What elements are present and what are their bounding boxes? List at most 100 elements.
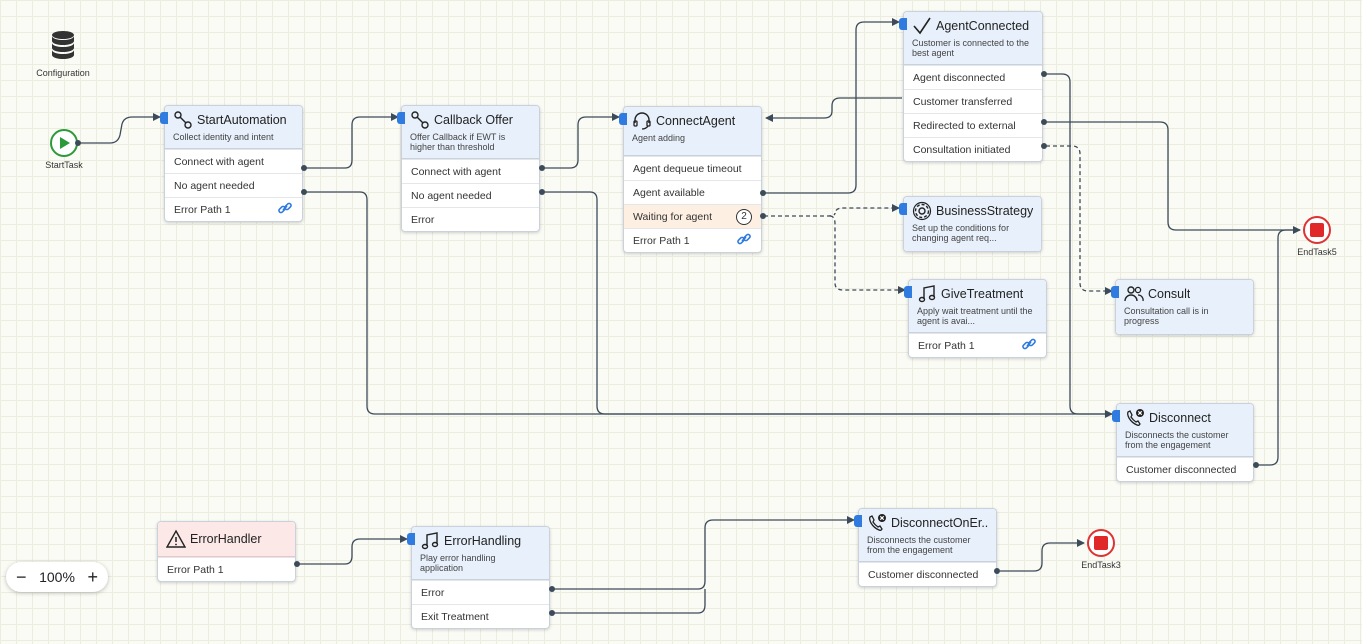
node-description: Offer Callback if EWT is higher than thr… — [410, 132, 506, 152]
exit-path-consultation-initiated[interactable]: Consultation initiated — [904, 137, 1042, 161]
node-title: AgentConnected — [936, 19, 1030, 33]
exit-path-customer-disconnected[interactable]: Customer disconnected — [1117, 457, 1253, 481]
node-description: Collect identity and intent — [173, 132, 274, 142]
node-title: Callback Offer — [434, 113, 513, 127]
checkmark-icon — [912, 16, 932, 36]
node-disconnect-on-error[interactable]: DisconnectOnEr... Disconnects the custom… — [854, 508, 997, 587]
output-port[interactable] — [1253, 462, 1259, 468]
node-title: DisconnectOnEr... — [891, 516, 988, 530]
node-business-strategy[interactable]: BusinessStrategy Set up the conditions f… — [899, 196, 1042, 252]
input-port[interactable] — [899, 18, 907, 30]
node-description: Play error handling application — [420, 553, 496, 573]
input-port[interactable] — [160, 112, 168, 124]
exit-path-no-agent-needed[interactable]: No agent needed — [165, 173, 302, 197]
music-note-icon — [420, 531, 440, 551]
gear-icon — [912, 201, 932, 221]
input-port[interactable] — [397, 112, 405, 124]
node-start-automation[interactable]: StartAutomation Collect identity and int… — [160, 105, 303, 222]
output-port[interactable] — [549, 586, 555, 592]
exit-path-error[interactable]: Error Path 1 — [165, 197, 302, 221]
exit-path-waiting-for-agent[interactable]: Waiting for agent 2 — [624, 204, 761, 228]
node-connect-agent[interactable]: ConnectAgent Agent adding Agent dequeue … — [619, 106, 762, 253]
phone-disconnect-icon — [867, 513, 887, 533]
flow-icon — [410, 110, 430, 130]
end-task-5[interactable]: EndTask5 — [1294, 216, 1340, 257]
output-port[interactable] — [301, 189, 307, 195]
exit-path-customer-transferred[interactable]: Customer transferred — [904, 89, 1042, 113]
exit-path-error[interactable]: Error Path 1 — [158, 557, 295, 581]
node-description: Apply wait treatment until the agent is … — [917, 306, 1033, 326]
node-header: StartAutomation Collect identity and int… — [165, 106, 302, 149]
input-port[interactable] — [899, 203, 907, 215]
input-port[interactable] — [1111, 286, 1119, 298]
database-icon — [50, 30, 76, 65]
output-port[interactable] — [294, 561, 300, 567]
zoom-out-button[interactable]: − — [16, 568, 27, 586]
link-icon[interactable] — [277, 200, 293, 219]
input-port[interactable] — [904, 286, 912, 298]
node-description: Set up the conditions for changing agent… — [912, 223, 1010, 243]
node-description: Disconnects the customer from the engage… — [1125, 430, 1229, 450]
node-description: Customer is connected to the best agent — [912, 38, 1030, 58]
input-port[interactable] — [407, 533, 415, 545]
start-task-port[interactable] — [75, 140, 81, 146]
play-icon — [50, 129, 78, 157]
node-error-handler[interactable]: ErrorHandler Error Path 1 — [157, 521, 296, 582]
exit-path-error[interactable]: Error — [412, 580, 549, 604]
output-port[interactable] — [539, 165, 545, 171]
exit-path-error[interactable]: Error Path 1 — [624, 228, 761, 252]
output-port[interactable] — [539, 189, 545, 195]
node-description: Consultation call is in progress — [1124, 306, 1209, 326]
exit-path-agent-dequeue-timeout[interactable]: Agent dequeue timeout — [624, 156, 761, 180]
zoom-level: 100% — [39, 569, 75, 585]
end-task-3[interactable]: EndTask3 — [1078, 529, 1124, 570]
output-port[interactable] — [994, 568, 1000, 574]
output-port[interactable] — [1041, 143, 1047, 149]
node-agent-connected[interactable]: AgentConnected Customer is connected to … — [899, 11, 1043, 162]
output-port[interactable] — [1041, 119, 1047, 125]
node-disconnect[interactable]: Disconnect Disconnects the customer from… — [1112, 403, 1254, 482]
exit-path-exit-treatment[interactable]: Exit Treatment — [412, 604, 549, 628]
zoom-in-button[interactable]: + — [87, 568, 98, 586]
configuration-label: Configuration — [36, 68, 90, 78]
node-title: StartAutomation — [197, 113, 287, 127]
link-icon[interactable] — [736, 231, 752, 250]
input-port[interactable] — [854, 515, 862, 527]
node-header: ErrorHandling Play error handling applic… — [412, 527, 549, 580]
exit-path-no-agent-needed[interactable]: No agent needed — [402, 183, 539, 207]
input-port[interactable] — [619, 113, 627, 125]
node-title: ErrorHandling — [444, 534, 522, 548]
exit-path-error[interactable]: Error — [402, 207, 539, 231]
start-task[interactable]: StartTask — [38, 129, 90, 170]
stop-icon — [1303, 216, 1331, 244]
node-consult[interactable]: Consult Consultation call is in progress — [1111, 279, 1254, 335]
link-icon[interactable] — [1021, 336, 1037, 355]
node-header: Consult Consultation call is in progress — [1116, 280, 1253, 334]
warning-icon — [166, 529, 186, 549]
node-callback-offer[interactable]: Callback Offer Offer Callback if EWT is … — [397, 105, 540, 232]
exit-path-agent-disconnected[interactable]: Agent disconnected — [904, 65, 1042, 89]
node-description: Disconnects the customer from the engage… — [867, 535, 971, 555]
input-port[interactable] — [1112, 410, 1120, 422]
output-port[interactable] — [1041, 71, 1047, 77]
node-give-treatment[interactable]: GiveTreatment Apply wait treatment until… — [904, 279, 1047, 358]
flow-icon — [173, 110, 193, 130]
exit-path-connect-with-agent[interactable]: Connect with agent — [165, 149, 302, 173]
exit-path-connect-with-agent[interactable]: Connect with agent — [402, 159, 539, 183]
node-error-handling[interactable]: ErrorHandling Play error handling applic… — [407, 526, 550, 629]
end-task-label: EndTask3 — [1081, 560, 1121, 570]
node-title: Disconnect — [1149, 411, 1211, 425]
exit-path-agent-available[interactable]: Agent available — [624, 180, 761, 204]
exit-path-error[interactable]: Error Path 1 — [909, 333, 1046, 357]
output-port[interactable] — [549, 610, 555, 616]
output-port[interactable] — [760, 190, 766, 196]
stop-icon — [1087, 529, 1115, 557]
configuration-item[interactable]: Configuration — [30, 30, 96, 78]
phone-disconnect-icon — [1125, 408, 1145, 428]
exit-path-redirected-to-external[interactable]: Redirected to external — [904, 113, 1042, 137]
exit-path-customer-disconnected[interactable]: Customer disconnected — [859, 562, 996, 586]
output-port[interactable] — [760, 213, 766, 219]
node-title: ErrorHandler — [190, 532, 262, 546]
node-header: ConnectAgent Agent adding — [624, 107, 761, 156]
output-port[interactable] — [301, 165, 307, 171]
